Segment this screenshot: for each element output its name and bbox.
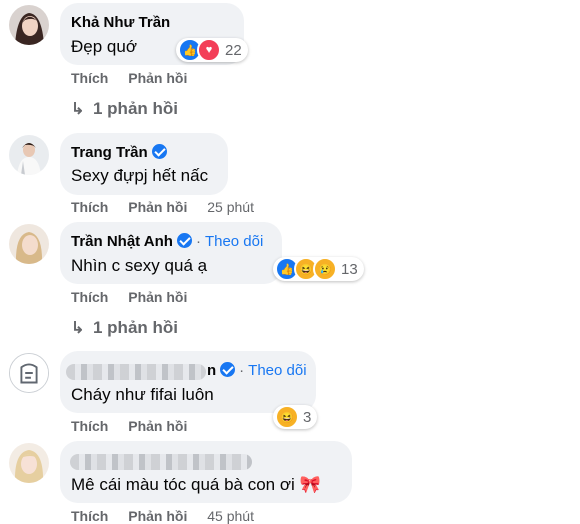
love-icon: ♥ [197,38,221,62]
reaction-count: 22 [225,41,242,59]
verified-badge-icon [176,233,192,248]
reply-button[interactable]: Phản hồi [128,508,187,524]
commenter-name-row: Trần Nhật Anh · Theo dõi [71,233,263,250]
reaction-summary[interactable]: 😆 3 [273,405,318,429]
haha-icon: 😆 [275,405,299,429]
commenter-name[interactable]: Trần Nhật Anh [71,233,173,250]
replies-label: 1 phản hồi [93,99,178,118]
avatar[interactable] [9,224,49,264]
view-replies-link[interactable]: ↳ 1 phản hồi [71,99,178,119]
commenter-name[interactable]: Trang Trần [71,144,148,161]
verified-badge-icon [151,144,167,159]
replies-label: 1 phản hồi [93,318,178,337]
view-replies-link[interactable]: ↳ 1 phản hồi [71,318,178,338]
like-button[interactable]: Thích [71,70,108,86]
comment-actions: Thích Phản hồi 25 phút [71,199,270,215]
reaction-count: 13 [341,260,358,278]
comment-bubble: Trần Nhật Anh · Theo dõi Nhìn c sexy quá ạ [60,222,282,284]
avatar[interactable] [9,135,49,175]
avatar-photo [9,224,49,264]
avatar-photo [9,5,49,45]
follow-button[interactable]: Theo dõi [205,233,263,250]
avatar-photo [9,135,49,175]
verified-badge-icon [220,362,236,377]
comment-actions: Thích Phản hồi [71,70,203,86]
like-button[interactable]: Thích [71,418,108,434]
avatar-photo [10,354,48,392]
redacted-name [66,364,206,380]
commenter-name-suffix[interactable]: n [207,362,216,379]
comment-actions: Thích Phản hồi 45 phút [71,508,270,524]
avatar[interactable] [9,5,49,45]
comment-text: Đẹp quớ [71,37,137,56]
like-button[interactable]: Thích [71,508,108,524]
sad-icon: 😢 [313,257,337,281]
comment-text: Cháy như fifai luôn [71,385,214,404]
reaction-count: 3 [303,408,312,426]
reply-button[interactable]: Phản hồi [128,418,187,434]
separator-dot: · [195,233,201,250]
reply-button[interactable]: Phản hồi [128,199,187,215]
separator-dot: · [239,362,245,379]
reply-arrow-icon: ↳ [71,101,85,118]
comment-text: Mê cái màu tóc quá bà con ơi 🎀 [71,475,321,494]
comment-bubble: n · Theo dõi Cháy như fifai luôn [60,351,316,413]
like-button[interactable]: Thích [71,289,108,305]
avatar-photo [9,443,49,483]
reply-button[interactable]: Phản hồi [128,289,187,305]
reply-arrow-icon: ↳ [71,320,85,337]
commenter-name-row: Trang Trần [71,144,167,161]
timestamp[interactable]: 25 phút [207,199,254,215]
comment-actions: Thích Phản hồi [71,289,203,305]
comment-actions: Thích Phản hồi [71,418,203,434]
reaction-summary[interactable]: 👍 😆 😢 13 [273,257,364,281]
comment-bubble: Trang Trần Sexy đựpj hết nấc [60,133,228,195]
timestamp[interactable]: 45 phút [207,508,254,524]
reply-button[interactable]: Phản hồi [128,70,187,86]
commenter-name-row: n · Theo dõi [207,362,307,379]
redacted-name [70,454,252,470]
avatar[interactable] [9,353,49,393]
comment-bubble: Mê cái màu tóc quá bà con ơi 🎀 [60,441,352,503]
commenter-name[interactable]: Khả Như Trần [71,14,170,31]
like-button[interactable]: Thích [71,199,108,215]
follow-button[interactable]: Theo dõi [248,362,306,379]
comment-text: Sexy đựpj hết nấc [71,166,209,185]
reaction-summary[interactable]: 👍 ♥ 22 [176,38,248,62]
comment-text: Nhìn c sexy quá ạ [71,256,208,275]
avatar[interactable] [9,443,49,483]
